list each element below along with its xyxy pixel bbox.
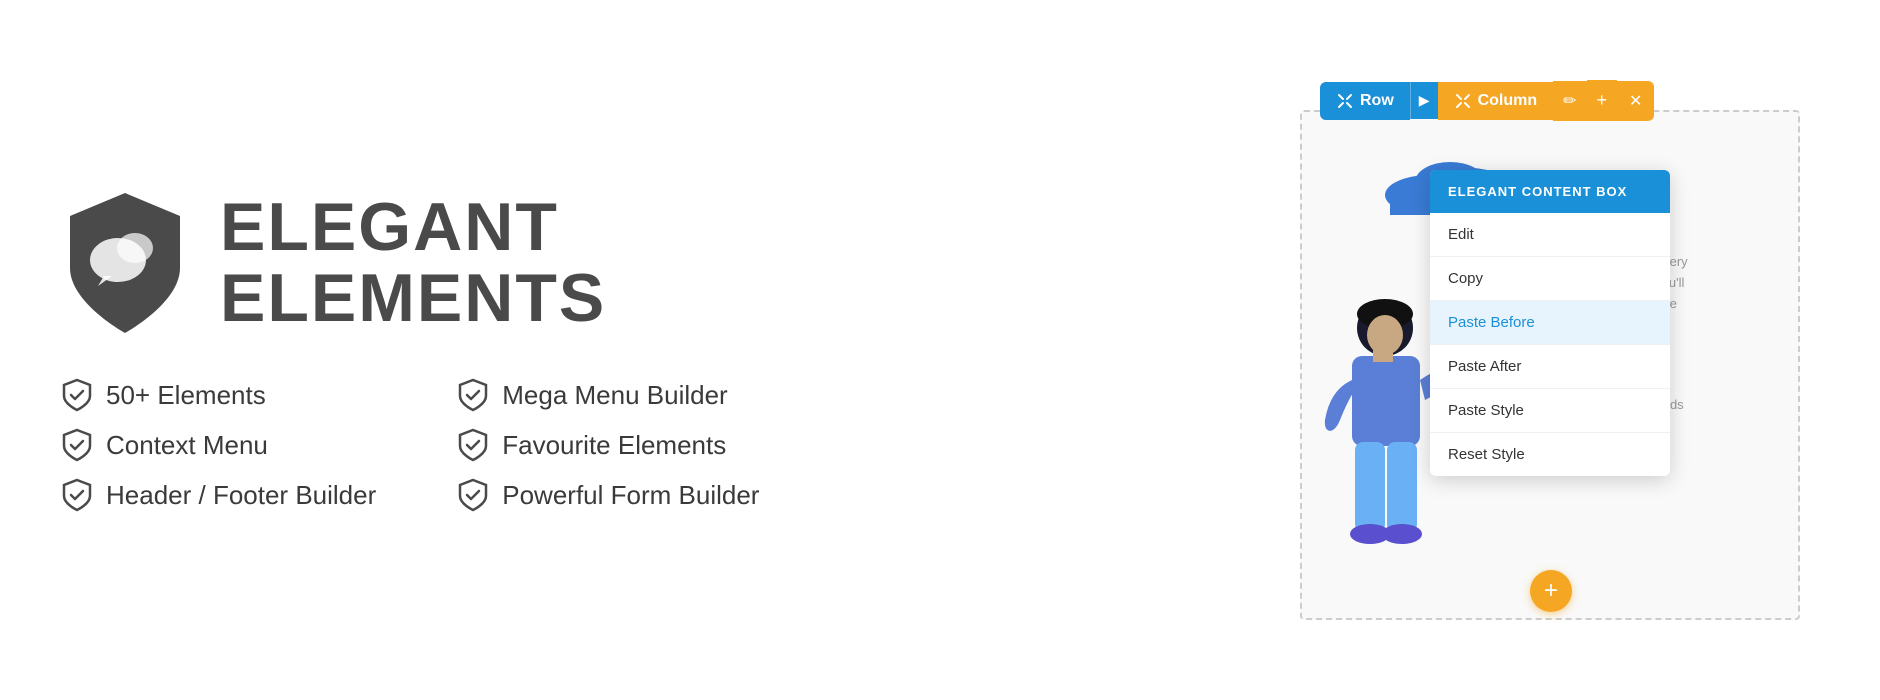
feature-label: Header / Footer Builder: [106, 480, 376, 511]
brand-text: ELEGANT ELEMENTS: [220, 192, 606, 335]
right-section: The Bakery Pag n you'll eve ebsite desig…: [1240, 0, 1820, 700]
row-expand-button[interactable]: ▶: [1410, 82, 1438, 119]
feature-item-feat-5: Header / Footer Builder: [60, 478, 376, 512]
context-menu-header: ELEGANT CONTENT BOX: [1430, 170, 1670, 213]
add-float-icon: +: [1544, 577, 1558, 605]
context-menu-item-paste-before[interactable]: Paste Before: [1430, 301, 1670, 345]
feature-item-feat-4: Favourite Elements: [456, 428, 772, 462]
feature-label: Favourite Elements: [502, 430, 726, 461]
feature-item-feat-6: Powerful Form Builder: [456, 478, 772, 512]
plus-icon: +: [1597, 90, 1608, 110]
context-menu-item-edit[interactable]: Edit: [1430, 213, 1670, 257]
close-icon: ✕: [1629, 93, 1642, 110]
brand-line2: ELEMENTS: [220, 263, 606, 334]
check-shield-icon: [456, 428, 490, 462]
check-shield-icon: [60, 428, 94, 462]
feature-label: Mega Menu Builder: [502, 380, 727, 411]
close-button[interactable]: ✕: [1617, 81, 1654, 121]
feature-item-feat-3: Context Menu: [60, 428, 376, 462]
feature-label: 50+ Elements: [106, 380, 266, 411]
arrow-icon: ▶: [1419, 92, 1430, 108]
context-menu-title: ELEGANT CONTENT BOX: [1448, 184, 1627, 199]
feature-label: Context Menu: [106, 430, 268, 461]
context-menu-item-paste-style[interactable]: Paste Style: [1430, 389, 1670, 433]
context-menu: ELEGANT CONTENT BOX EditCopyPaste Before…: [1430, 170, 1670, 476]
check-shield-icon: [456, 478, 490, 512]
main-container: ELEGANT ELEMENTS 50+ Elements Mega Menu …: [0, 0, 1880, 700]
column-label: Column: [1478, 92, 1538, 110]
add-float-button[interactable]: +: [1530, 570, 1572, 612]
expand-icon: [1336, 92, 1354, 110]
check-shield-icon: [60, 478, 94, 512]
feature-item-feat-1: 50+ Elements: [60, 378, 376, 412]
row-button[interactable]: Row: [1320, 82, 1410, 120]
feature-label: Powerful Form Builder: [502, 480, 759, 511]
left-section: ELEGANT ELEMENTS 50+ Elements Mega Menu …: [60, 188, 1240, 512]
row-label: Row: [1360, 92, 1394, 110]
edit-button[interactable]: ✏: [1553, 81, 1586, 121]
context-menu-item-reset-style[interactable]: Reset Style: [1430, 433, 1670, 476]
feature-item-feat-2: Mega Menu Builder: [456, 378, 772, 412]
toolbar: Row ▶ Column ✏ + ✕: [1320, 80, 1654, 121]
person-illustration: [1290, 290, 1450, 620]
column-button[interactable]: Column: [1438, 82, 1554, 120]
add-button[interactable]: +: [1587, 80, 1618, 121]
builder-preview: The Bakery Pag n you'll eve ebsite desig…: [1260, 60, 1800, 640]
column-expand-icon: [1454, 92, 1472, 110]
pencil-icon: ✏: [1563, 93, 1576, 110]
features-grid: 50+ Elements Mega Menu Builder Context M…: [60, 378, 773, 512]
check-shield-icon: [60, 378, 94, 412]
check-shield-icon: [456, 378, 490, 412]
logo-area: ELEGANT ELEMENTS: [60, 188, 606, 338]
context-menu-item-paste-after[interactable]: Paste After: [1430, 345, 1670, 389]
shield-logo-icon: [60, 188, 190, 338]
context-menu-item-copy[interactable]: Copy: [1430, 257, 1670, 301]
brand-line1: ELEGANT: [220, 192, 606, 263]
